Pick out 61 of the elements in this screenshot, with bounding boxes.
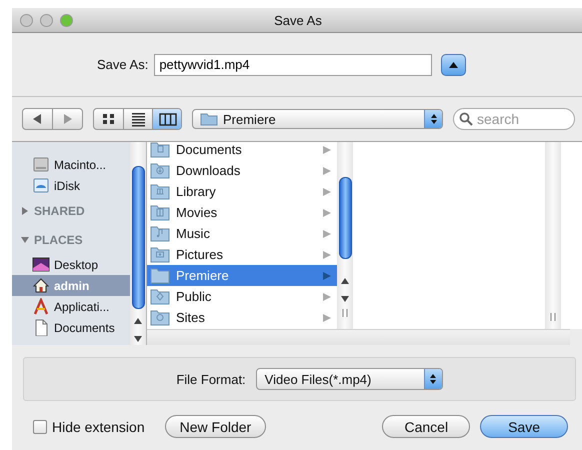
- folder-row[interactable]: Premiere: [147, 265, 337, 286]
- house-icon: [32, 277, 50, 294]
- scroll-thumb[interactable]: [132, 166, 144, 309]
- expanded-triangle-icon[interactable]: [20, 235, 30, 245]
- sidebar-item[interactable]: Desktop: [12, 254, 130, 275]
- folder-row[interactable]: Downloads: [147, 160, 337, 181]
- chevron-icon: [322, 250, 332, 260]
- new-folder-button[interactable]: New Folder: [164, 415, 266, 438]
- folder-icon: [150, 267, 170, 284]
- folder-row[interactable]: Pictures: [147, 244, 337, 265]
- stepper-icon: [424, 369, 442, 389]
- desktop-icon: [32, 256, 50, 273]
- sidebar-item[interactable]: Macinto...: [12, 154, 130, 175]
- chevron-icon: [322, 166, 332, 176]
- sidebar-item[interactable]: Applicati...: [12, 296, 130, 317]
- folder-icon: [150, 183, 170, 200]
- folder-icon: [150, 246, 170, 263]
- folder-icon: [150, 225, 170, 242]
- sidebar-item[interactable]: iDisk: [12, 175, 130, 196]
- apps-icon: [32, 298, 50, 315]
- save-button[interactable]: Save: [480, 415, 568, 438]
- chevron-icon: [322, 292, 332, 302]
- scrollbar[interactable]: [337, 142, 353, 329]
- horizontal-scrollbar[interactable]: [147, 329, 570, 345]
- folder-row[interactable]: Movies: [147, 202, 337, 223]
- chevron-icon: [322, 270, 332, 280]
- scrollbar[interactable]: [130, 142, 146, 345]
- chevron-icon: [322, 312, 332, 322]
- folder-icon: [150, 288, 170, 305]
- hide-extension-checkbox[interactable]: Hide extension: [33, 418, 145, 434]
- folder-icon: [150, 162, 170, 179]
- drive-icon: [32, 156, 50, 173]
- chevron-icon: [322, 186, 332, 196]
- folder-icon: [150, 309, 170, 326]
- folder-icon: [200, 112, 218, 126]
- folder-row[interactable]: Library: [147, 181, 337, 202]
- chevron-icon: [322, 208, 332, 218]
- folder-icon: [150, 142, 170, 158]
- search-field[interactable]: search: [453, 108, 575, 130]
- cancel-button[interactable]: Cancel: [382, 415, 470, 438]
- collapse-button[interactable]: [441, 54, 466, 76]
- chevron-icon: [322, 144, 332, 154]
- field-label: File Format:: [176, 372, 246, 386]
- stepper-icon: [424, 110, 442, 128]
- field-label: Save As:: [97, 57, 148, 72]
- up-triangle-icon: [449, 62, 458, 68]
- search-icon: [459, 112, 473, 126]
- filename-field[interactable]: pettywvid1.mp4: [154, 54, 432, 76]
- folder-row[interactable]: Public: [147, 286, 337, 307]
- format-popup[interactable]: Video Files(*.mp4): [256, 368, 443, 390]
- collapsed-triangle-icon[interactable]: [20, 206, 30, 216]
- folder-row[interactable]: Sites: [147, 307, 337, 328]
- window-title: Save As: [274, 12, 322, 28]
- folder-icon: [150, 204, 170, 221]
- column-view-button[interactable]: [152, 109, 181, 129]
- folder-row[interactable]: Music: [147, 223, 337, 244]
- chevron-icon: [322, 228, 332, 238]
- location-popup[interactable]: Premiere: [192, 109, 443, 129]
- sidebar-item[interactable]: Documents: [12, 317, 130, 338]
- folder-row[interactable]: Documents: [147, 142, 337, 160]
- scroll-thumb[interactable]: [338, 177, 352, 259]
